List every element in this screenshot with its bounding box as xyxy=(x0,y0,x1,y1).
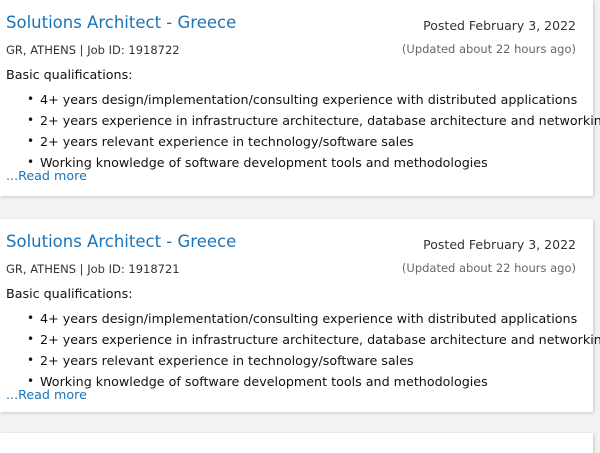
bullet-icon: • xyxy=(27,92,35,106)
job-card: Solutions Architect - Greece Posted Febr… xyxy=(0,219,600,412)
qualification-text: 4+ years design/implementation/consultin… xyxy=(40,92,578,107)
updated-time: (Updated about 22 hours ago) xyxy=(401,261,576,275)
qualifications-list: • 4+ years design/implementation/consulti… xyxy=(24,308,600,392)
posted-date: Posted February 3, 2022 xyxy=(423,18,576,33)
qualification-item: • Working knowledge of software developme… xyxy=(24,152,600,173)
qualification-text: Working knowledge of software developmen… xyxy=(40,155,488,170)
bullet-icon: • xyxy=(27,311,35,325)
posted-date: Posted February 3, 2022 xyxy=(423,237,576,252)
read-more-link[interactable]: ...Read more xyxy=(6,387,87,402)
job-title-link[interactable]: Solutions Architect - Greece xyxy=(6,13,236,32)
job-card: Solutions Architect - Greece Posted Febr… xyxy=(0,0,600,196)
job-location-id: GR, ATHENS | Job ID: 1918721 xyxy=(6,262,180,276)
qualification-item: • 4+ years design/implementation/consulti… xyxy=(24,308,600,329)
qualification-text: 2+ years relevant experience in technolo… xyxy=(40,134,414,149)
qualification-text: 2+ years experience in infrastructure ar… xyxy=(40,332,600,347)
bullet-icon: • xyxy=(27,353,35,367)
bullet-icon: • xyxy=(27,134,35,148)
qualification-text: Working knowledge of software developmen… xyxy=(40,374,488,389)
qualification-item: • 2+ years experience in infrastructure a… xyxy=(24,110,600,131)
updated-time: (Updated about 22 hours ago) xyxy=(401,42,576,56)
qualification-item: • 4+ years design/implementation/consulti… xyxy=(24,89,600,110)
qualifications-heading: Basic qualifications: xyxy=(6,286,133,301)
qualifications-list: • 4+ years design/implementation/consulti… xyxy=(24,89,600,173)
job-location-id: GR, ATHENS | Job ID: 1918722 xyxy=(6,43,180,57)
qualification-item: • Working knowledge of software developme… xyxy=(24,371,600,392)
qualification-item: • 2+ years relevant experience in technol… xyxy=(24,350,600,371)
qualification-item: • 2+ years relevant experience in technol… xyxy=(24,131,600,152)
qualification-text: 4+ years design/implementation/consultin… xyxy=(40,311,578,326)
qualifications-heading: Basic qualifications: xyxy=(6,67,133,82)
qualification-text: 2+ years experience in infrastructure ar… xyxy=(40,113,600,128)
bullet-icon: • xyxy=(27,113,35,127)
job-card xyxy=(0,433,593,453)
read-more-link[interactable]: ...Read more xyxy=(6,168,87,183)
job-title-link[interactable]: Solutions Architect - Greece xyxy=(6,232,236,251)
qualification-text: 2+ years relevant experience in technolo… xyxy=(40,353,414,368)
bullet-icon: • xyxy=(27,332,35,346)
qualification-item: • 2+ years experience in infrastructure a… xyxy=(24,329,600,350)
